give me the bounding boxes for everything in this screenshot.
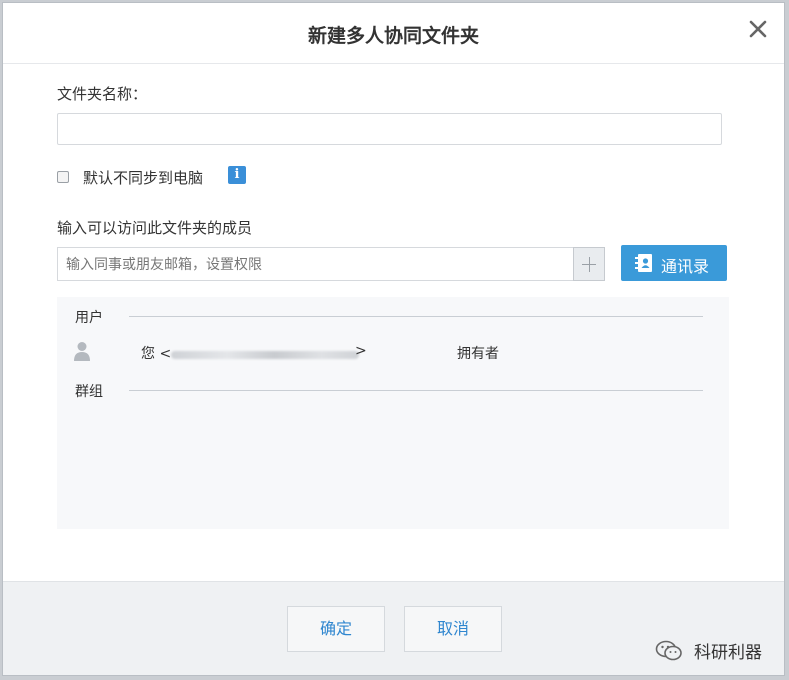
folder-name-label: 文件夹名称： — [57, 85, 148, 103]
close-button[interactable] — [746, 17, 770, 41]
info-icon[interactable]: i — [228, 166, 246, 184]
users-section-divider — [129, 316, 703, 317]
redacted-email — [171, 351, 359, 359]
member-email-input[interactable] — [57, 247, 605, 281]
add-member-button[interactable] — [573, 247, 605, 281]
new-shared-folder-dialog: 新建多人协同文件夹 文件夹名称： 默认不同步到电脑 i 输入可以访问此文件夹的成… — [2, 2, 785, 676]
wechat-icon — [655, 640, 682, 660]
watermark: 科研利器 — [655, 638, 762, 663]
user-list-item[interactable]: 您 < > 拥有者 — [57, 341, 729, 365]
sync-checkbox[interactable] — [57, 171, 69, 183]
contacts-button-label: 通讯录 — [661, 257, 710, 276]
members-label: 输入可以访问此文件夹的成员 — [57, 219, 253, 237]
user-name-prefix: 您 < — [141, 346, 172, 362]
user-name-suffix: > — [355, 343, 367, 359]
plus-icon-vertical — [589, 257, 590, 272]
watermark-text: 科研利器 — [694, 643, 762, 663]
dialog-header: 新建多人协同文件夹 — [3, 3, 784, 64]
confirm-button[interactable]: 确定 — [287, 606, 385, 652]
dialog-title: 新建多人协同文件夹 — [307, 25, 479, 47]
user-icon — [74, 342, 90, 361]
groups-section-heading: 群组 — [75, 384, 103, 400]
contacts-button[interactable]: 通讯录 — [621, 245, 727, 281]
dialog-footer: 确定 取消 科研利器 — [3, 581, 784, 675]
user-role: 拥有者 — [457, 346, 499, 362]
sync-checkbox-label[interactable]: 默认不同步到电脑 — [83, 167, 203, 188]
folder-name-input[interactable] — [57, 113, 722, 145]
close-icon — [749, 20, 767, 38]
address-book-icon — [635, 254, 652, 272]
users-section-heading: 用户 — [75, 310, 103, 326]
cancel-button[interactable]: 取消 — [404, 606, 502, 652]
groups-section-divider — [129, 390, 703, 391]
members-panel: 用户 您 < > 拥有者 群组 — [57, 297, 729, 529]
